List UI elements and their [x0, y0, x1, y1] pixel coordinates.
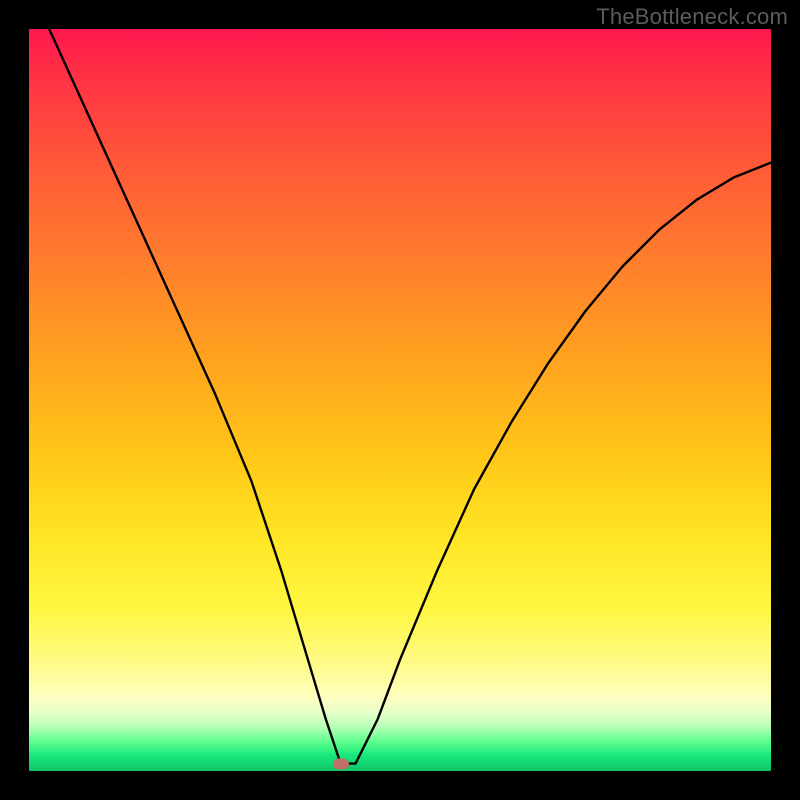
watermark-text: TheBottleneck.com — [596, 4, 788, 30]
plot-area — [29, 29, 771, 771]
optimal-point-marker — [333, 758, 349, 769]
chart-container: TheBottleneck.com — [0, 0, 800, 800]
bottleneck-curve — [29, 29, 771, 771]
